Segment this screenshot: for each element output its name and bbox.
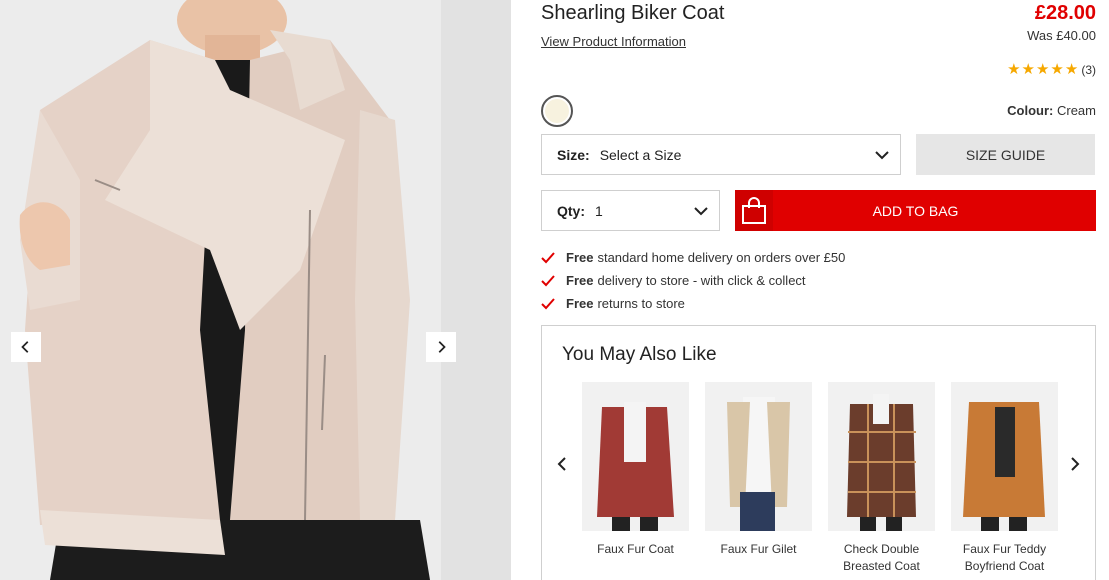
product-card-faux-fur-teddy-boyfriend-coat[interactable]: Faux Fur Teddy Boyfriend Coat bbox=[951, 382, 1058, 575]
qty-value: 1 bbox=[595, 202, 603, 219]
star-icon: ★ bbox=[1064, 61, 1079, 78]
benefit-item: Free standard home delivery on orders ov… bbox=[541, 246, 845, 269]
product-card-name: Faux Fur Gilet bbox=[720, 542, 797, 556]
chevron-down-icon bbox=[694, 206, 708, 215]
product-thumbnail bbox=[951, 382, 1058, 531]
add-to-bag-label: ADD TO BAG bbox=[872, 202, 959, 219]
swatch-fill bbox=[545, 99, 569, 123]
chevron-right-icon bbox=[438, 341, 446, 353]
product-card-faux-fur-coat[interactable]: Faux Fur Coat bbox=[582, 382, 689, 558]
product-card-faux-fur-gilet[interactable]: Faux Fur Gilet bbox=[705, 382, 812, 558]
product-thumbnail bbox=[705, 382, 812, 531]
chevron-left-icon bbox=[21, 341, 29, 353]
benefit-bold: Free bbox=[566, 273, 594, 288]
product-thumbnail bbox=[828, 382, 935, 531]
colour-swatch-cream[interactable] bbox=[541, 95, 573, 127]
product-card-name: Faux Fur Teddy Boyfriend Coat bbox=[962, 542, 1047, 573]
benefit-item: Free returns to store bbox=[541, 292, 845, 315]
current-price: £28.00 bbox=[1034, 2, 1096, 24]
colour-label: Colour: bbox=[1007, 103, 1054, 118]
view-product-information-link[interactable]: View Product Information bbox=[541, 34, 686, 49]
you-may-also-like-panel: You May Also Like Faux Fur Coat Faux Fur… bbox=[541, 325, 1096, 580]
add-to-bag-button[interactable]: ADD TO BAG bbox=[735, 190, 1096, 231]
product-rating[interactable]: ★ ★ ★ ★ ★ (3) bbox=[1007, 62, 1096, 77]
colour-value: Cream bbox=[1056, 103, 1096, 118]
checkmark-icon bbox=[541, 297, 555, 309]
star-icon: ★ bbox=[1050, 61, 1064, 78]
was-price: Was £40.00 bbox=[1027, 28, 1096, 43]
selected-colour: Colour: Cream bbox=[1007, 103, 1096, 118]
shopping-bag-icon bbox=[735, 190, 773, 231]
star-icon: ★ bbox=[1035, 61, 1050, 78]
image-prev-button[interactable] bbox=[11, 332, 41, 362]
chevron-down-icon bbox=[875, 150, 889, 159]
recommendations-title: You May Also Like bbox=[562, 344, 717, 365]
size-label: Size: bbox=[557, 146, 590, 163]
benefit-text: returns to store bbox=[597, 296, 685, 311]
coat-illustration: ᴍᴀʀɪ bbox=[19, 0, 430, 580]
benefit-text: delivery to store - with click & collect bbox=[597, 273, 806, 288]
product-title: Shearling Biker Coat bbox=[541, 2, 725, 24]
chevron-left-icon[interactable] bbox=[554, 456, 570, 472]
benefit-text: standard home delivery on orders over £5… bbox=[597, 250, 846, 265]
qty-label: Qty: bbox=[557, 202, 585, 219]
checkmark-icon bbox=[541, 251, 555, 263]
product-image: ᴍᴀʀɪ bbox=[0, 0, 511, 580]
star-icon: ★ bbox=[1021, 61, 1035, 78]
checkmark-icon bbox=[541, 274, 555, 286]
benefit-bold: Free bbox=[566, 296, 594, 311]
star-icon: ★ bbox=[1007, 61, 1021, 78]
image-next-button[interactable] bbox=[426, 332, 456, 362]
benefit-bold: Free bbox=[566, 250, 594, 265]
size-select[interactable]: Size: Select a Size bbox=[541, 134, 901, 175]
product-thumbnail bbox=[582, 382, 689, 531]
product-card-check-double-breasted-coat[interactable]: Check Double Breasted Coat bbox=[828, 382, 935, 575]
review-count: (3) bbox=[1081, 62, 1096, 77]
chevron-right-icon[interactable] bbox=[1067, 456, 1083, 472]
delivery-benefits: Free standard home delivery on orders ov… bbox=[541, 246, 845, 315]
benefit-item: Free delivery to store - with click & co… bbox=[541, 269, 845, 292]
size-value: Select a Size bbox=[599, 146, 682, 163]
quantity-select[interactable]: Qty: 1 bbox=[541, 190, 720, 231]
product-card-name: Check Double Breasted Coat bbox=[843, 542, 920, 573]
size-guide-button[interactable]: SIZE GUIDE bbox=[916, 134, 1095, 175]
product-card-name: Faux Fur Coat bbox=[597, 542, 674, 556]
